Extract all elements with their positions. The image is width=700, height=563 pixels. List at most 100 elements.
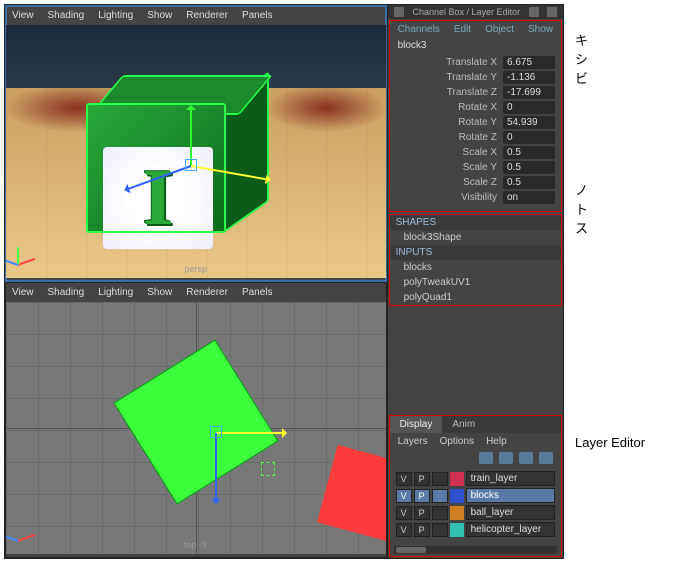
attr-row: Rotate Y54.939	[390, 115, 561, 130]
layer-vis-toggle[interactable]: V	[396, 472, 412, 486]
vp-menu-item[interactable]: Show	[147, 10, 172, 21]
other-mesh-top[interactable]	[317, 445, 387, 543]
attr-value[interactable]: 6.675	[503, 56, 555, 69]
viewports-column: View Shading Lighting Show Renderer Pane…	[5, 5, 387, 558]
viewport-top[interactable]: View Shading Lighting Show Renderer Pane…	[5, 282, 387, 559]
attr-value[interactable]: 54.939	[503, 116, 555, 129]
layer-move-down-icon[interactable]	[499, 452, 513, 464]
pivot-icon[interactable]	[210, 426, 222, 438]
layer-playback-toggle[interactable]: P	[414, 506, 430, 520]
layer-color-swatch[interactable]	[450, 472, 464, 486]
panel-close-icon[interactable]	[547, 7, 557, 17]
attr-row: Translate Y-1.136	[390, 70, 561, 85]
input-item[interactable]: blocks	[390, 260, 561, 275]
channel-menu-item[interactable]: Edit	[454, 24, 471, 35]
layer-list: V P train_layer V P blocks V P ball_laye…	[390, 468, 561, 544]
layer-editor: Display Anim Layers Options Help V P tra…	[389, 415, 562, 557]
channel-menu-item[interactable]: Show	[528, 24, 553, 35]
attr-value[interactable]: 0	[503, 101, 555, 114]
annotation-mid: ノトス	[575, 180, 588, 237]
layer-move-up-icon[interactable]	[479, 452, 493, 464]
inputs-header: INPUTS	[390, 245, 561, 260]
attr-value[interactable]: 0.5	[503, 176, 555, 189]
layer-playback-toggle[interactable]: P	[414, 489, 430, 503]
attr-value[interactable]: on	[503, 191, 555, 204]
vp-menu-item[interactable]: Shading	[48, 287, 85, 298]
vp-menu-item[interactable]: Lighting	[98, 10, 133, 21]
attr-label: Rotate Z	[390, 132, 503, 143]
layer-playback-toggle[interactable]: P	[414, 472, 430, 486]
layer-row[interactable]: V P train_layer	[394, 470, 557, 487]
pivot-icon[interactable]	[185, 159, 197, 171]
viewport-label: top -Y	[184, 540, 208, 550]
ortho-selection-icon	[261, 462, 275, 476]
vp-menu-item[interactable]: Lighting	[98, 287, 133, 298]
layer-extra-toggle[interactable]	[432, 506, 448, 520]
layer-scroll[interactable]	[394, 546, 557, 554]
vp-menu-item[interactable]: Panels	[242, 287, 273, 298]
vp-menu-item[interactable]: Renderer	[186, 10, 228, 21]
layer-name[interactable]: ball_layer	[466, 505, 555, 520]
attr-value[interactable]: 0.5	[503, 161, 555, 174]
viewport-menu-persp: View Shading Lighting Show Renderer Pane…	[6, 6, 386, 25]
gizmo-y-icon	[17, 247, 19, 265]
attr-label: Translate Z	[390, 87, 503, 98]
vp-menu-item[interactable]: Shading	[48, 10, 85, 21]
channel-box: Channels Edit Object Show block3 Transla…	[389, 20, 562, 212]
layer-name[interactable]: helicopter_layer	[466, 522, 555, 537]
tab-display[interactable]: Display	[390, 416, 443, 433]
axis-y-icon[interactable]	[190, 106, 192, 166]
layer-extra-toggle[interactable]	[432, 472, 448, 486]
layer-name[interactable]: train_layer	[466, 471, 555, 486]
vp-menu-item[interactable]: Panels	[242, 10, 273, 21]
panel-opt-icon[interactable]	[529, 7, 539, 17]
layer-row[interactable]: V P blocks	[394, 487, 557, 504]
layer-row[interactable]: V P ball_layer	[394, 504, 557, 521]
block3-top[interactable]	[113, 339, 278, 504]
panel-grip-icon[interactable]	[394, 7, 404, 17]
layer-row[interactable]: V P helicopter_layer	[394, 521, 557, 538]
persp-scene: I	[6, 25, 386, 278]
new-layer-assign-icon[interactable]	[539, 452, 553, 464]
axis-blue-icon[interactable]	[215, 433, 217, 503]
input-item[interactable]: polyQuad1	[390, 290, 561, 305]
persp-canvas[interactable]: I	[6, 25, 386, 278]
layer-toolbar	[390, 450, 561, 468]
shape-item[interactable]: block3Shape	[390, 230, 561, 245]
layer-extra-toggle[interactable]	[432, 523, 448, 537]
layer-menu-item[interactable]: Layers	[398, 436, 428, 447]
vp-menu-item[interactable]: Show	[147, 287, 172, 298]
layer-vis-toggle[interactable]: V	[396, 506, 412, 520]
axis-yellow-icon[interactable]	[216, 432, 286, 434]
layer-vis-toggle[interactable]: V	[396, 489, 412, 503]
layer-name[interactable]: blocks	[466, 488, 555, 503]
new-layer-icon[interactable]	[519, 452, 533, 464]
layer-color-swatch[interactable]	[450, 506, 464, 520]
vp-menu-item[interactable]: Renderer	[186, 287, 228, 298]
layer-playback-toggle[interactable]: P	[414, 523, 430, 537]
attr-value[interactable]: -1.136	[503, 71, 555, 84]
vp-menu-item[interactable]: View	[12, 287, 34, 298]
top-canvas[interactable]: top -Y	[6, 302, 386, 555]
channel-menu-item[interactable]: Channels	[398, 24, 440, 35]
viewport-menu-top: View Shading Lighting Show Renderer Pane…	[6, 283, 386, 302]
block3-mesh[interactable]: I	[86, 75, 266, 235]
layer-color-swatch[interactable]	[450, 523, 464, 537]
shapes-inputs-box: SHAPES block3Shape INPUTS blockspolyTwea…	[389, 214, 562, 306]
selected-object-name[interactable]: block3	[390, 38, 561, 53]
input-item[interactable]: polyTweakUV1	[390, 275, 561, 290]
channel-menu-item[interactable]: Object	[485, 24, 514, 35]
vp-menu-item[interactable]: View	[12, 10, 34, 21]
panel-filler	[388, 307, 563, 414]
layer-vis-toggle[interactable]: V	[396, 523, 412, 537]
attr-label: Scale X	[390, 147, 503, 158]
layer-color-swatch[interactable]	[450, 489, 464, 503]
attr-value[interactable]: 0	[503, 131, 555, 144]
layer-menu-item[interactable]: Help	[486, 436, 507, 447]
viewport-persp[interactable]: View Shading Lighting Show Renderer Pane…	[5, 5, 387, 282]
tab-anim[interactable]: Anim	[442, 416, 485, 433]
layer-menu-item[interactable]: Options	[440, 436, 474, 447]
attr-value[interactable]: -17.699	[503, 86, 555, 99]
layer-extra-toggle[interactable]	[432, 489, 448, 503]
attr-value[interactable]: 0.5	[503, 146, 555, 159]
